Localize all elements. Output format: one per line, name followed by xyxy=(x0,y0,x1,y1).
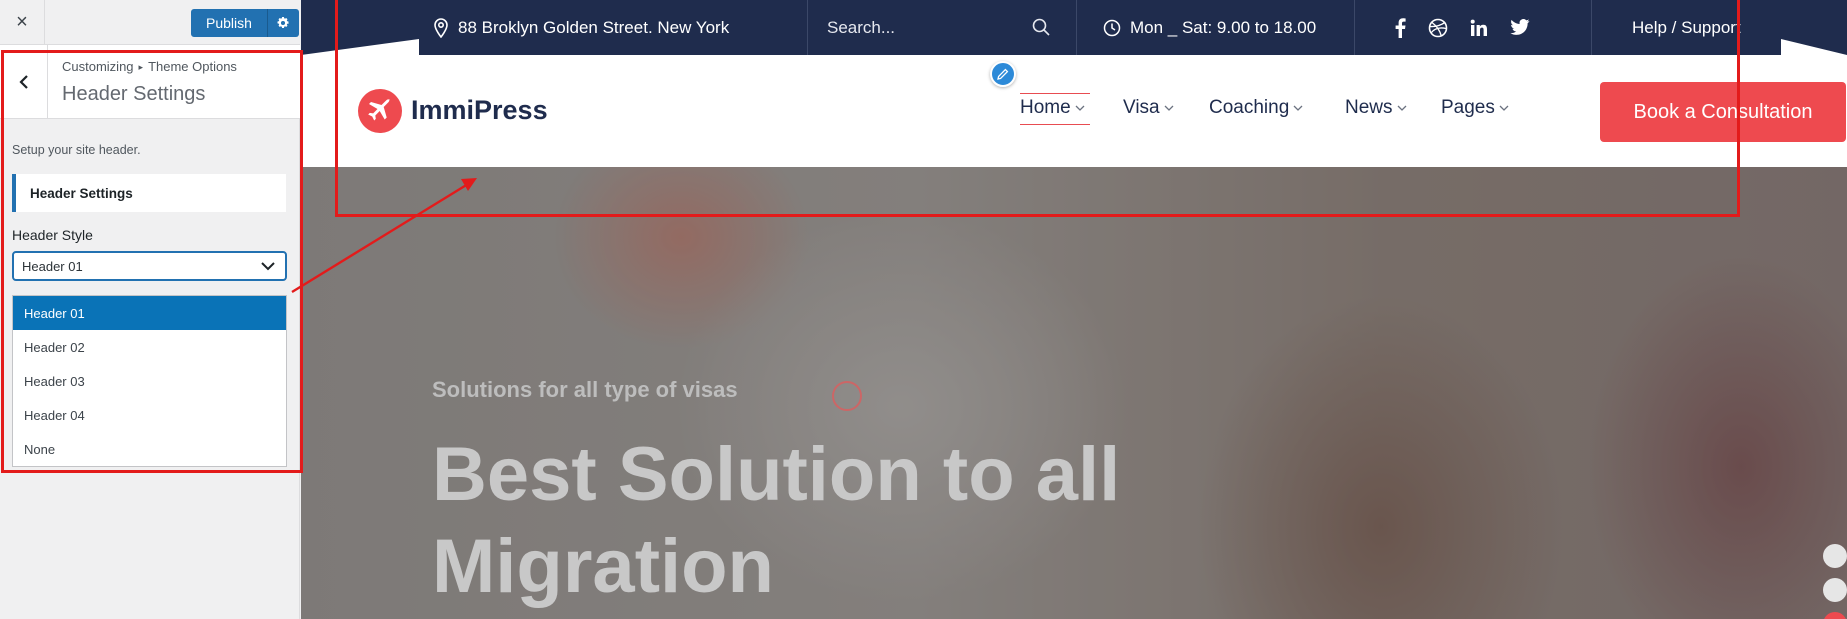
breadcrumb-parent: Theme Options xyxy=(148,59,237,74)
hours-text: Mon _ Sat: 9.00 to 18.00 xyxy=(1130,17,1317,37)
nav-item-pages[interactable]: Pages xyxy=(1441,97,1509,119)
publish-settings-button[interactable] xyxy=(266,9,299,37)
section-header: Customizing ▸ Theme Options Header Setting… xyxy=(0,45,300,119)
book-consultation-button[interactable]: Book a Consultation xyxy=(1600,82,1846,142)
twitter-icon[interactable] xyxy=(1510,19,1530,36)
chevron-down-icon xyxy=(1499,105,1509,111)
nav-label: Coaching xyxy=(1209,97,1290,118)
divider xyxy=(1591,0,1592,55)
nav-item-visa[interactable]: Visa xyxy=(1123,97,1174,119)
chevron-down-icon xyxy=(1075,105,1085,111)
settings-subheading: Header Settings xyxy=(12,174,286,212)
section-description: Setup your site header. xyxy=(12,143,141,157)
header-style-label: Header Style xyxy=(12,227,93,243)
chevron-down-icon xyxy=(1397,105,1406,111)
dribbble-icon[interactable] xyxy=(1428,18,1448,38)
customizer-topbar: × Publish xyxy=(0,0,300,45)
divider xyxy=(807,0,808,55)
social-links xyxy=(1394,0,1530,55)
facebook-icon[interactable] xyxy=(1394,17,1406,38)
nav-label: Visa xyxy=(1123,97,1160,118)
search-input[interactable]: Search... xyxy=(827,0,1051,55)
header-style-option[interactable]: None xyxy=(13,432,286,466)
nav-label: News xyxy=(1345,97,1393,118)
nav-item-coaching[interactable]: Coaching xyxy=(1209,97,1303,119)
edit-shortcut-button[interactable] xyxy=(990,61,1016,87)
search-placeholder: Search... xyxy=(827,17,896,37)
chevron-down-icon xyxy=(261,262,275,271)
header-style-option[interactable]: Header 01 xyxy=(13,296,286,330)
address-text: 88 Broklyn Golden Street. New York xyxy=(458,17,730,37)
airplane-icon xyxy=(368,98,390,121)
address-info: 88 Broklyn Golden Street. New York xyxy=(433,0,729,55)
chevron-down-icon xyxy=(1293,105,1303,111)
slider-dot[interactable] xyxy=(1823,578,1847,602)
help-support-link[interactable]: Help / Support xyxy=(1632,0,1741,55)
clock-icon xyxy=(1103,19,1121,36)
topbar-notch xyxy=(301,39,419,55)
active-nav-indicator xyxy=(1020,93,1090,94)
publish-button[interactable]: Publish xyxy=(191,9,267,37)
hours-info: Mon _ Sat: 9.00 to 18.00 xyxy=(1103,0,1316,55)
close-customizer-button[interactable]: × xyxy=(0,0,45,45)
topbar-notch xyxy=(1781,39,1847,55)
hero-title: Best Solution to all Migration xyxy=(432,432,1121,609)
chevron-left-icon xyxy=(18,75,28,89)
site-preview: 88 Broklyn Golden Street. New York Searc… xyxy=(301,0,1847,619)
top-info-bar: 88 Broklyn Golden Street. New York Searc… xyxy=(301,0,1847,55)
hero-subtitle: Solutions for all type of visas xyxy=(432,377,738,402)
divider xyxy=(1076,0,1077,55)
header-style-select-value: Header 01 xyxy=(22,258,83,274)
divider xyxy=(1354,0,1355,55)
back-button[interactable] xyxy=(0,45,48,119)
logo-icon[interactable] xyxy=(358,89,402,133)
location-pin-icon xyxy=(434,17,448,38)
header-style-option[interactable]: Header 04 xyxy=(13,398,286,432)
slider-dot[interactable] xyxy=(1823,544,1847,568)
publish-group: Publish xyxy=(191,9,299,37)
breadcrumb-separator: ▸ xyxy=(138,62,144,72)
nav-item-home[interactable]: Home xyxy=(1020,97,1085,119)
hero-section: Solutions for all type of visas Best Sol… xyxy=(301,167,1847,619)
customizer-sidebar: × Publish Customizing ▸ Theme Options Head… xyxy=(0,0,300,619)
active-nav-indicator xyxy=(1020,124,1090,125)
nav-item-news[interactable]: News xyxy=(1345,97,1407,119)
header-style-option[interactable]: Header 03 xyxy=(13,364,286,398)
chevron-down-icon xyxy=(1164,105,1174,111)
gear-icon xyxy=(277,16,289,28)
nav-label: Home xyxy=(1020,97,1071,118)
nav-label: Pages xyxy=(1441,97,1495,118)
hero-decor-circle xyxy=(832,381,862,411)
search-icon[interactable] xyxy=(1031,17,1051,37)
breadcrumb-root: Customizing xyxy=(62,59,134,74)
header-style-option[interactable]: Header 02 xyxy=(13,330,286,364)
logo-text[interactable]: ImmiPress xyxy=(411,95,548,126)
main-navigation: ImmiPress Home Visa Coaching News Pages … xyxy=(301,55,1847,167)
header-style-select[interactable]: Header 01 xyxy=(12,251,287,281)
linkedin-icon[interactable] xyxy=(1470,19,1488,37)
breadcrumb: Customizing ▸ Theme Options xyxy=(62,59,237,74)
close-icon: × xyxy=(16,11,28,33)
pencil-icon xyxy=(997,68,1009,80)
header-style-options: Header 01 Header 02 Header 03 Header 04 … xyxy=(12,295,287,467)
section-title: Header Settings xyxy=(62,83,206,105)
